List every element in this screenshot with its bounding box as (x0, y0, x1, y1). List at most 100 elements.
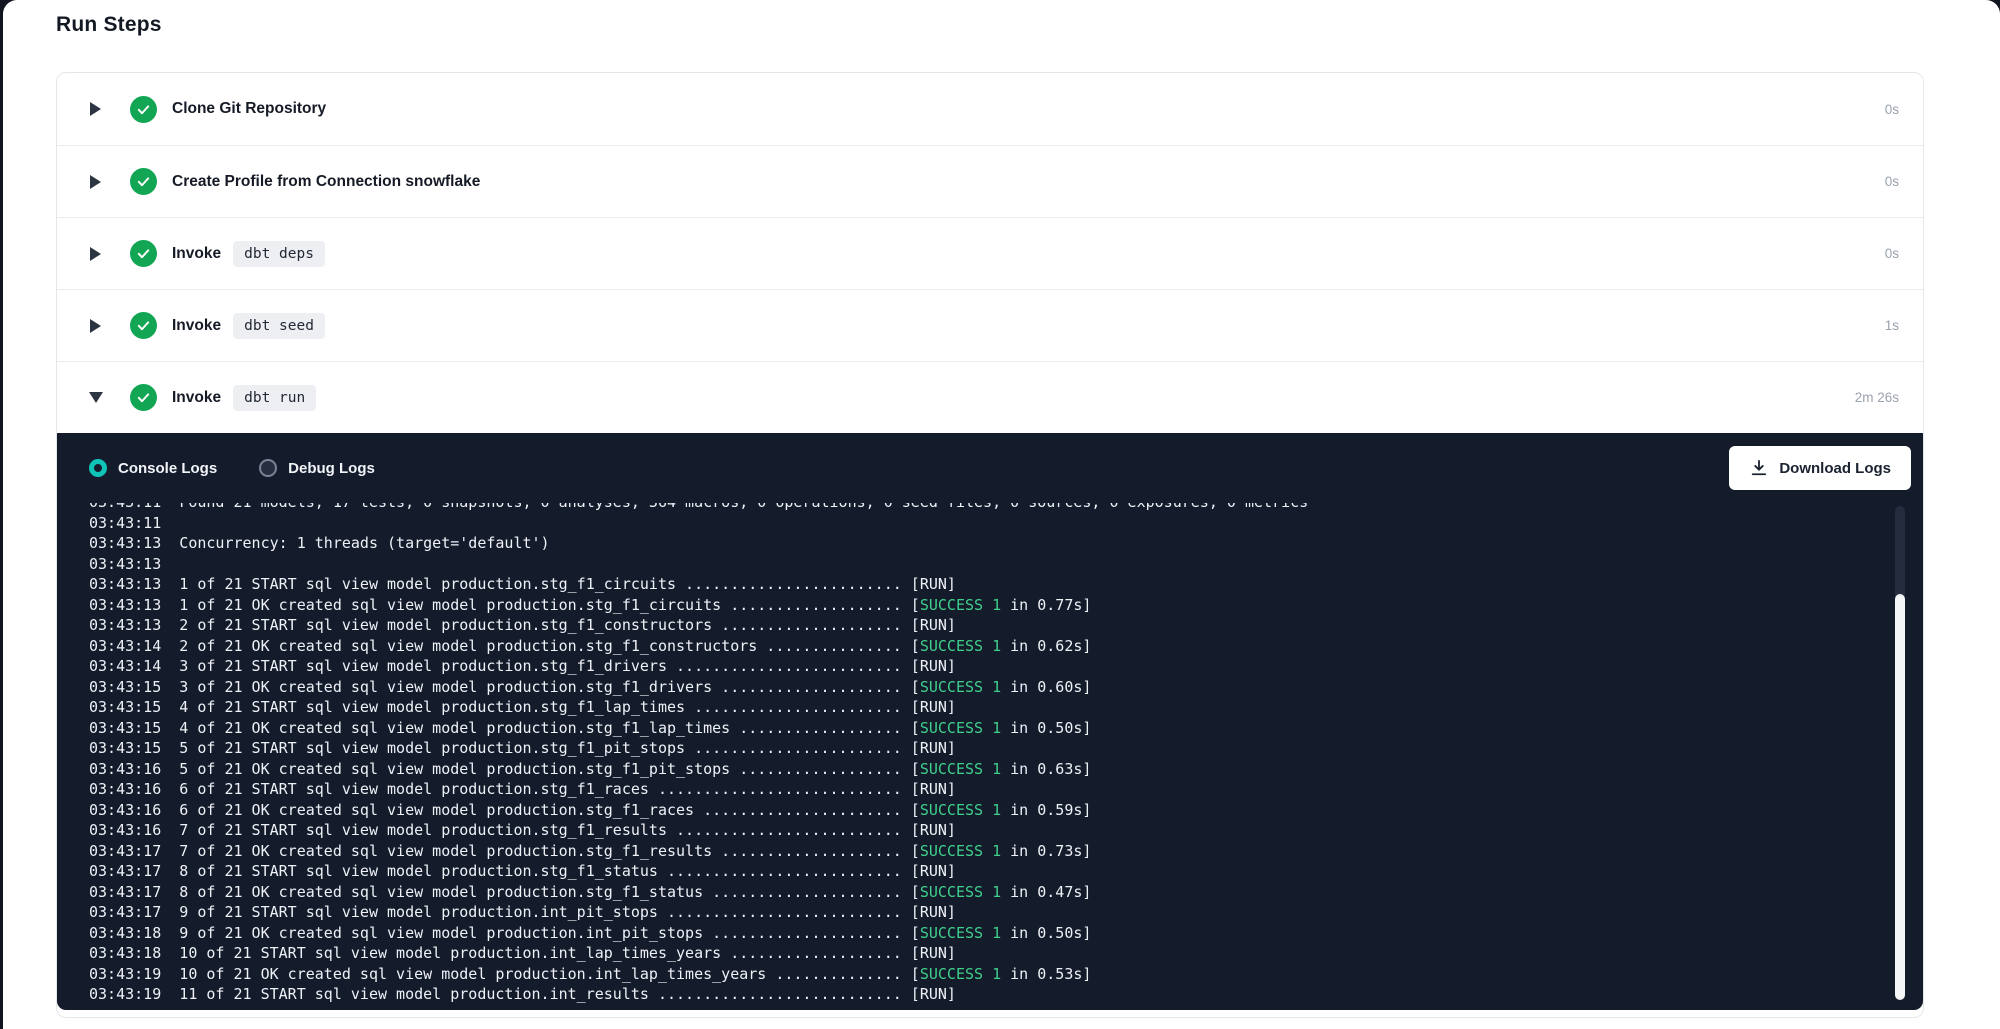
log-line: 03:43:16 7 of 21 START sql view model pr… (89, 820, 1863, 841)
log-line: 03:43:14 3 of 21 START sql view model pr… (89, 656, 1863, 677)
chevron-right-icon[interactable] (89, 175, 102, 189)
step-row-dbt-seed[interactable]: Invoke dbt seed 1s (57, 289, 1923, 361)
step-label: Invoke (172, 245, 221, 263)
step-duration: 1s (1885, 318, 1899, 333)
console-topbar: Console Logs Debug Logs Download Logs (57, 433, 1923, 503)
log-timestamp: 03:43:17 (89, 862, 161, 880)
chevron-right-icon[interactable] (89, 102, 102, 116)
run-steps-content: Run Steps Clone Git Repository 0s Create… (3, 0, 2000, 1018)
step-row-clone-git[interactable]: Clone Git Repository 0s (57, 73, 1923, 145)
log-status-tag: [RUN] (902, 698, 956, 716)
step-row-dbt-deps[interactable]: Invoke dbt deps 0s (57, 217, 1923, 289)
log-message: 10 of 21 START sql view model production… (161, 944, 902, 962)
log-timestamp: 03:43:15 (89, 739, 161, 757)
log-line: 03:43:17 7 of 21 OK created sql view mod… (89, 841, 1863, 862)
chevron-right-icon[interactable] (89, 319, 102, 333)
log-success-tag: SUCCESS 1 (920, 842, 1001, 860)
log-timestamp: 03:43:16 (89, 780, 161, 798)
log-timestamp: 03:43:16 (89, 821, 161, 839)
log-timestamp: 03:43:18 (89, 924, 161, 942)
log-status-tag: [RUN] (902, 739, 956, 757)
log-status-tag: [RUN] (902, 862, 956, 880)
log-timestamp: 03:43:13 (89, 534, 161, 552)
log-success-tag: SUCCESS 1 (920, 924, 1001, 942)
log-status-tag: [RUN] (902, 780, 956, 798)
log-line: 03:43:13 2 of 21 START sql view model pr… (89, 615, 1863, 636)
log-message: 8 of 21 START sql view model production.… (161, 862, 902, 880)
download-logs-button[interactable]: Download Logs (1729, 446, 1911, 490)
log-line: 03:43:13 (89, 554, 1863, 575)
log-message: 3 of 21 OK created sql view model produc… (161, 678, 902, 696)
console-log-output[interactable]: 03:43:11 Found 21 models, 17 tests, 0 sn… (57, 503, 1923, 1004)
console-logs-radio[interactable]: Console Logs (89, 459, 217, 477)
radio-selected-icon[interactable] (89, 459, 107, 477)
log-success-tag: SUCCESS 1 (920, 596, 1001, 614)
scrollbar-track[interactable] (1895, 506, 1905, 1000)
log-line: 03:43:15 4 of 21 START sql view model pr… (89, 697, 1863, 718)
step-command-chip: dbt deps (233, 241, 325, 267)
success-check-icon (130, 96, 157, 123)
log-status-tag: [RUN] (902, 616, 956, 634)
page-title: Run Steps (56, 13, 1924, 37)
download-logs-label: Download Logs (1779, 460, 1891, 477)
log-status-tag: [RUN] (902, 575, 956, 593)
radio-label: Debug Logs (288, 460, 375, 477)
success-check-icon (130, 240, 157, 267)
log-line: 03:43:15 3 of 21 OK created sql view mod… (89, 677, 1863, 698)
step-row-dbt-run[interactable]: Invoke dbt run 2m 26s (57, 361, 1923, 433)
log-message: 10 of 21 OK created sql view model produ… (161, 965, 902, 983)
log-line: 03:43:17 9 of 21 START sql view model pr… (89, 902, 1863, 923)
log-timestamp: 03:43:19 (89, 985, 161, 1003)
scrollbar-thumb[interactable] (1895, 594, 1905, 1000)
debug-logs-radio[interactable]: Debug Logs (259, 459, 375, 477)
step-label: Create Profile from Connection snowflake (172, 173, 480, 191)
log-message: 2 of 21 OK created sql view model produc… (161, 637, 902, 655)
log-line: 03:43:16 6 of 21 OK created sql view mod… (89, 800, 1863, 821)
chevron-down-icon[interactable] (89, 392, 102, 403)
success-check-icon (130, 384, 157, 411)
log-message: 2 of 21 START sql view model production.… (161, 616, 902, 634)
step-duration: 0s (1885, 102, 1899, 117)
step-command-chip: dbt run (233, 385, 316, 411)
run-steps-page: Run Steps Clone Git Repository 0s Create… (3, 0, 2000, 1029)
step-label: Clone Git Repository (172, 100, 326, 118)
log-success-tag: SUCCESS 1 (920, 678, 1001, 696)
log-status-tag: [RUN] (902, 944, 956, 962)
step-duration: 0s (1885, 246, 1899, 261)
step-row-create-profile[interactable]: Create Profile from Connection snowflake… (57, 145, 1923, 217)
chevron-right-icon[interactable] (89, 247, 102, 261)
log-message: 1 of 21 START sql view model production.… (161, 575, 902, 593)
step-label: Invoke (172, 389, 221, 407)
log-timestamp: 03:43:13 (89, 596, 161, 614)
console-panel: Console Logs Debug Logs Download Logs 03… (57, 433, 1923, 1010)
log-line: 03:43:19 10 of 21 OK created sql view mo… (89, 964, 1863, 985)
success-check-icon (130, 168, 157, 195)
log-line: 03:43:14 2 of 21 OK created sql view mod… (89, 636, 1863, 657)
log-line: 03:43:15 5 of 21 START sql view model pr… (89, 738, 1863, 759)
log-message: 3 of 21 START sql view model production.… (161, 657, 902, 675)
log-timestamp: 03:43:18 (89, 944, 161, 962)
step-label: Invoke (172, 317, 221, 335)
log-message: 5 of 21 START sql view model production.… (161, 739, 902, 757)
log-line: 03:43:11 Found 21 models, 17 tests, 0 sn… (89, 503, 1863, 513)
log-timestamp: 03:43:14 (89, 637, 161, 655)
log-line: 03:43:13 1 of 21 START sql view model pr… (89, 574, 1863, 595)
log-status-tag: [RUN] (902, 903, 956, 921)
log-timestamp: 03:43:13 (89, 616, 161, 634)
log-timestamp: 03:43:16 (89, 801, 161, 819)
log-success-tag: SUCCESS 1 (920, 637, 1001, 655)
log-success-tag: SUCCESS 1 (920, 719, 1001, 737)
radio-unselected-icon[interactable] (259, 459, 277, 477)
log-message: 9 of 21 OK created sql view model produc… (161, 924, 902, 942)
log-success-tag: SUCCESS 1 (920, 801, 1001, 819)
log-timestamp: 03:43:13 (89, 555, 161, 573)
log-line: 03:43:18 9 of 21 OK created sql view mod… (89, 923, 1863, 944)
log-message: Found 21 models, 17 tests, 0 snapshots, … (161, 503, 1308, 511)
log-success-tag: SUCCESS 1 (920, 760, 1001, 778)
log-timestamp: 03:43:19 (89, 965, 161, 983)
log-timestamp: 03:43:11 (89, 503, 161, 511)
log-line: 03:43:19 11 of 21 START sql view model p… (89, 984, 1863, 1004)
log-timestamp: 03:43:11 (89, 514, 161, 532)
log-lines: 03:43:11 Found 21 models, 17 tests, 0 sn… (89, 503, 1863, 1004)
log-timestamp: 03:43:14 (89, 657, 161, 675)
